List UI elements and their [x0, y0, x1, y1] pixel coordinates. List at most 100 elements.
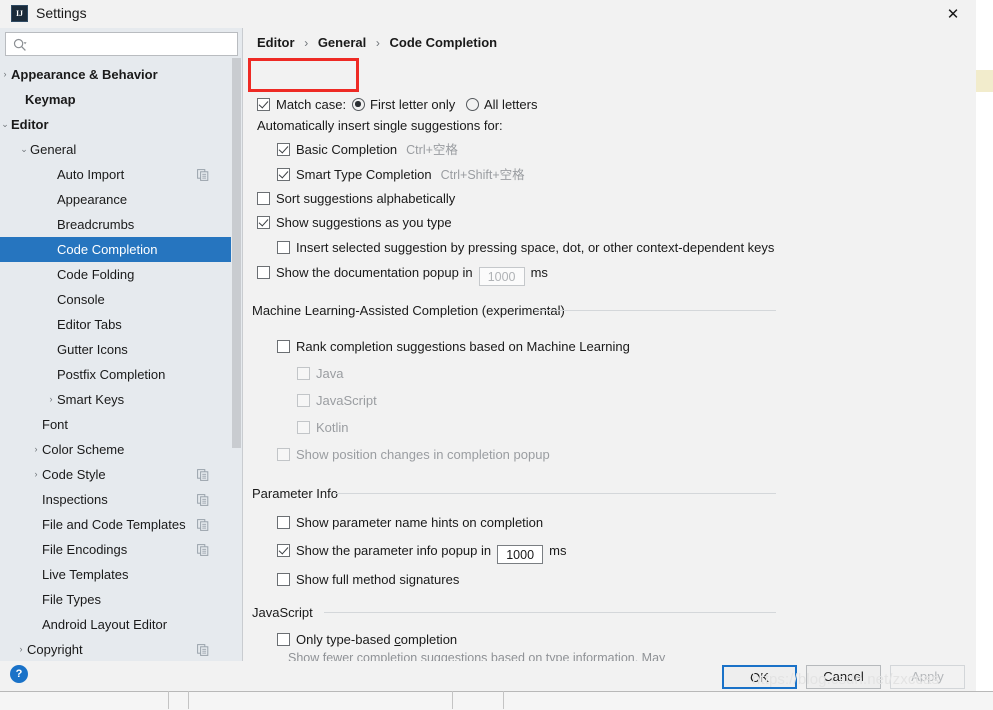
chevron-right-icon[interactable]: ›	[30, 462, 42, 487]
sidebar-item-label: File and Code Templates	[42, 517, 186, 532]
chevron-down-icon[interactable]: ⌄	[0, 112, 11, 137]
sidebar-item-appearance[interactable]: Appearance	[0, 187, 231, 212]
chevron-right-icon[interactable]: ›	[45, 387, 57, 412]
sidebar-item-label: Live Templates	[42, 567, 129, 582]
intellij-idea-icon: IJ	[11, 5, 28, 22]
sidebar-item-auto-import[interactable]: Auto Import	[0, 162, 231, 187]
match-case-checkbox[interactable]	[257, 98, 270, 111]
sidebar-item-keymap[interactable]: Keymap	[0, 87, 231, 112]
copy-icon[interactable]	[197, 519, 209, 531]
sidebar-item-code-folding[interactable]: Code Folding	[0, 262, 231, 287]
documentation-popup-delay-input[interactable]: 1000	[478, 267, 525, 286]
close-icon[interactable]: ✕	[930, 0, 976, 28]
sidebar-item-font[interactable]: Font	[0, 412, 231, 437]
ml-section-title: Machine Learning-Assisted Completion (ex…	[252, 303, 565, 318]
breadcrumb: Editor › General › Code Completion	[257, 35, 497, 50]
sidebar-item-gutter-icons[interactable]: Gutter Icons	[0, 337, 231, 362]
javascript-section-rule	[324, 612, 776, 613]
basic-completion-checkbox[interactable]	[277, 143, 290, 156]
sidebar-item-label: Console	[57, 292, 105, 307]
show-as-you-type-checkbox[interactable]	[257, 216, 270, 229]
ml-lang-javascript-label: JavaScript	[316, 393, 377, 408]
help-icon[interactable]: ?	[10, 665, 28, 683]
sidebar-item-smart-keys[interactable]: › Smart Keys	[0, 387, 231, 412]
sidebar-item-android-layout-editor[interactable]: Android Layout Editor	[0, 612, 231, 637]
param-info-popup-delay-input[interactable]: 1000	[497, 545, 544, 564]
sidebar-item-postfix-completion[interactable]: Postfix Completion	[0, 362, 231, 387]
chevron-down-icon[interactable]: ⌄	[18, 137, 30, 162]
search-input[interactable]	[33, 36, 237, 56]
copy-icon[interactable]	[197, 544, 209, 556]
ml-rank-row: Rank completion suggestions based on Mac…	[277, 337, 630, 357]
documentation-popup-checkbox[interactable]	[257, 266, 270, 279]
sidebar-item-label: Postfix Completion	[57, 367, 166, 382]
sidebar-item-color-scheme[interactable]: › Color Scheme	[0, 437, 231, 462]
sidebar-item-copyright[interactable]: › Copyright	[0, 637, 231, 661]
smart-type-completion-checkbox[interactable]	[277, 168, 290, 181]
sidebar-item-console[interactable]: Console	[0, 287, 231, 312]
copy-icon[interactable]	[197, 169, 209, 181]
documentation-popup-row: Show the documentation popup in 1000 ms	[257, 263, 548, 286]
full-method-signatures-checkbox[interactable]	[277, 573, 290, 586]
sidebar-item-file-and-code-templates[interactable]: File and Code Templates	[0, 512, 231, 537]
documentation-popup-unit: ms	[530, 265, 548, 280]
sidebar-item-general[interactable]: ⌄ General	[0, 137, 231, 162]
code-completion-settings: Match case: First letter only All letter…	[244, 58, 964, 661]
sidebar-item-code-completion[interactable]: Code Completion	[0, 237, 231, 262]
breadcrumb-item-general[interactable]: General	[318, 35, 366, 50]
smart-type-completion-shortcut: Ctrl+Shift+空格	[440, 168, 525, 182]
sidebar-item-label: Inspections	[42, 492, 108, 507]
sidebar-item-file-types[interactable]: File Types	[0, 587, 231, 612]
sidebar-item-appearance-behavior[interactable]: › Appearance & Behavior	[0, 62, 231, 87]
basic-completion-shortcut: Ctrl+空格	[406, 143, 458, 157]
sidebar-item-code-style[interactable]: › Code Style	[0, 462, 231, 487]
javascript-section-title: JavaScript	[252, 605, 313, 620]
radio-first-letter-only[interactable]	[352, 98, 365, 111]
param-name-hints-checkbox[interactable]	[277, 516, 290, 529]
chevron-right-icon[interactable]: ›	[0, 62, 11, 87]
settings-tree[interactable]: › Appearance & Behavior Keymap ⌄ Editor ⌄ Gene…	[0, 62, 231, 661]
basic-completion-label: Basic Completion	[296, 142, 398, 157]
ml-rank-checkbox[interactable]	[277, 340, 290, 353]
sidebar-item-inspections[interactable]: Inspections	[0, 487, 231, 512]
parameter-info-section-title: Parameter Info	[252, 486, 338, 501]
chevron-right-icon[interactable]: ›	[15, 637, 27, 661]
sidebar-item-breadcrumbs[interactable]: Breadcrumbs	[0, 212, 231, 237]
sidebar-item-label: Copyright	[27, 642, 83, 657]
only-type-based-completion-checkbox[interactable]	[277, 633, 290, 646]
insert-selected-checkbox[interactable]	[277, 241, 290, 254]
copy-icon[interactable]	[197, 469, 209, 481]
sidebar-item-label: General	[30, 142, 77, 157]
match-case-option-first-letter[interactable]: First letter only	[352, 95, 455, 115]
chevron-right-icon: ›	[304, 36, 309, 50]
sidebar-item-label: Appearance & Behavior	[11, 67, 158, 82]
parameter-info-section-rule	[334, 493, 776, 494]
radio-all-letters[interactable]	[466, 98, 479, 111]
search-box[interactable]	[5, 32, 238, 56]
sidebar-item-editor[interactable]: ⌄ Editor	[0, 112, 231, 137]
ml-lang-kotlin-label: Kotlin	[316, 420, 349, 435]
sidebar-item-label: Android Layout Editor	[42, 617, 168, 632]
sidebar-scrollbar-thumb[interactable]	[232, 58, 241, 448]
copy-icon[interactable]	[197, 644, 209, 656]
sidebar-item-label: Color Scheme	[42, 442, 125, 457]
sidebar-item-editor-tabs[interactable]: Editor Tabs	[0, 312, 231, 337]
sidebar-item-file-encodings[interactable]: File Encodings	[0, 537, 231, 562]
param-name-hints-label: Show parameter name hints on completion	[296, 515, 544, 530]
sort-alphabetically-row: Sort suggestions alphabetically	[257, 189, 455, 209]
sidebar-item-label: Editor	[11, 117, 49, 132]
copy-icon[interactable]	[197, 494, 209, 506]
watermark: https://blog.csdn.net/zxccas	[752, 671, 940, 688]
breadcrumb-item-editor[interactable]: Editor	[257, 35, 295, 50]
documentation-popup-label: Show the documentation popup in	[276, 265, 473, 280]
sort-alphabetically-checkbox[interactable]	[257, 192, 270, 205]
smart-type-completion-label: Smart Type Completion	[296, 167, 432, 182]
sidebar-item-live-templates[interactable]: Live Templates	[0, 562, 231, 587]
chevron-right-icon[interactable]: ›	[30, 437, 42, 462]
background-window-strip	[0, 691, 993, 710]
param-info-popup-checkbox[interactable]	[277, 544, 290, 557]
app-icon-text: IJ	[15, 9, 24, 18]
ml-position-changes-checkbox	[277, 448, 290, 461]
match-case-option-all-letters[interactable]: All letters	[466, 95, 537, 115]
ml-section-rule	[534, 310, 776, 311]
